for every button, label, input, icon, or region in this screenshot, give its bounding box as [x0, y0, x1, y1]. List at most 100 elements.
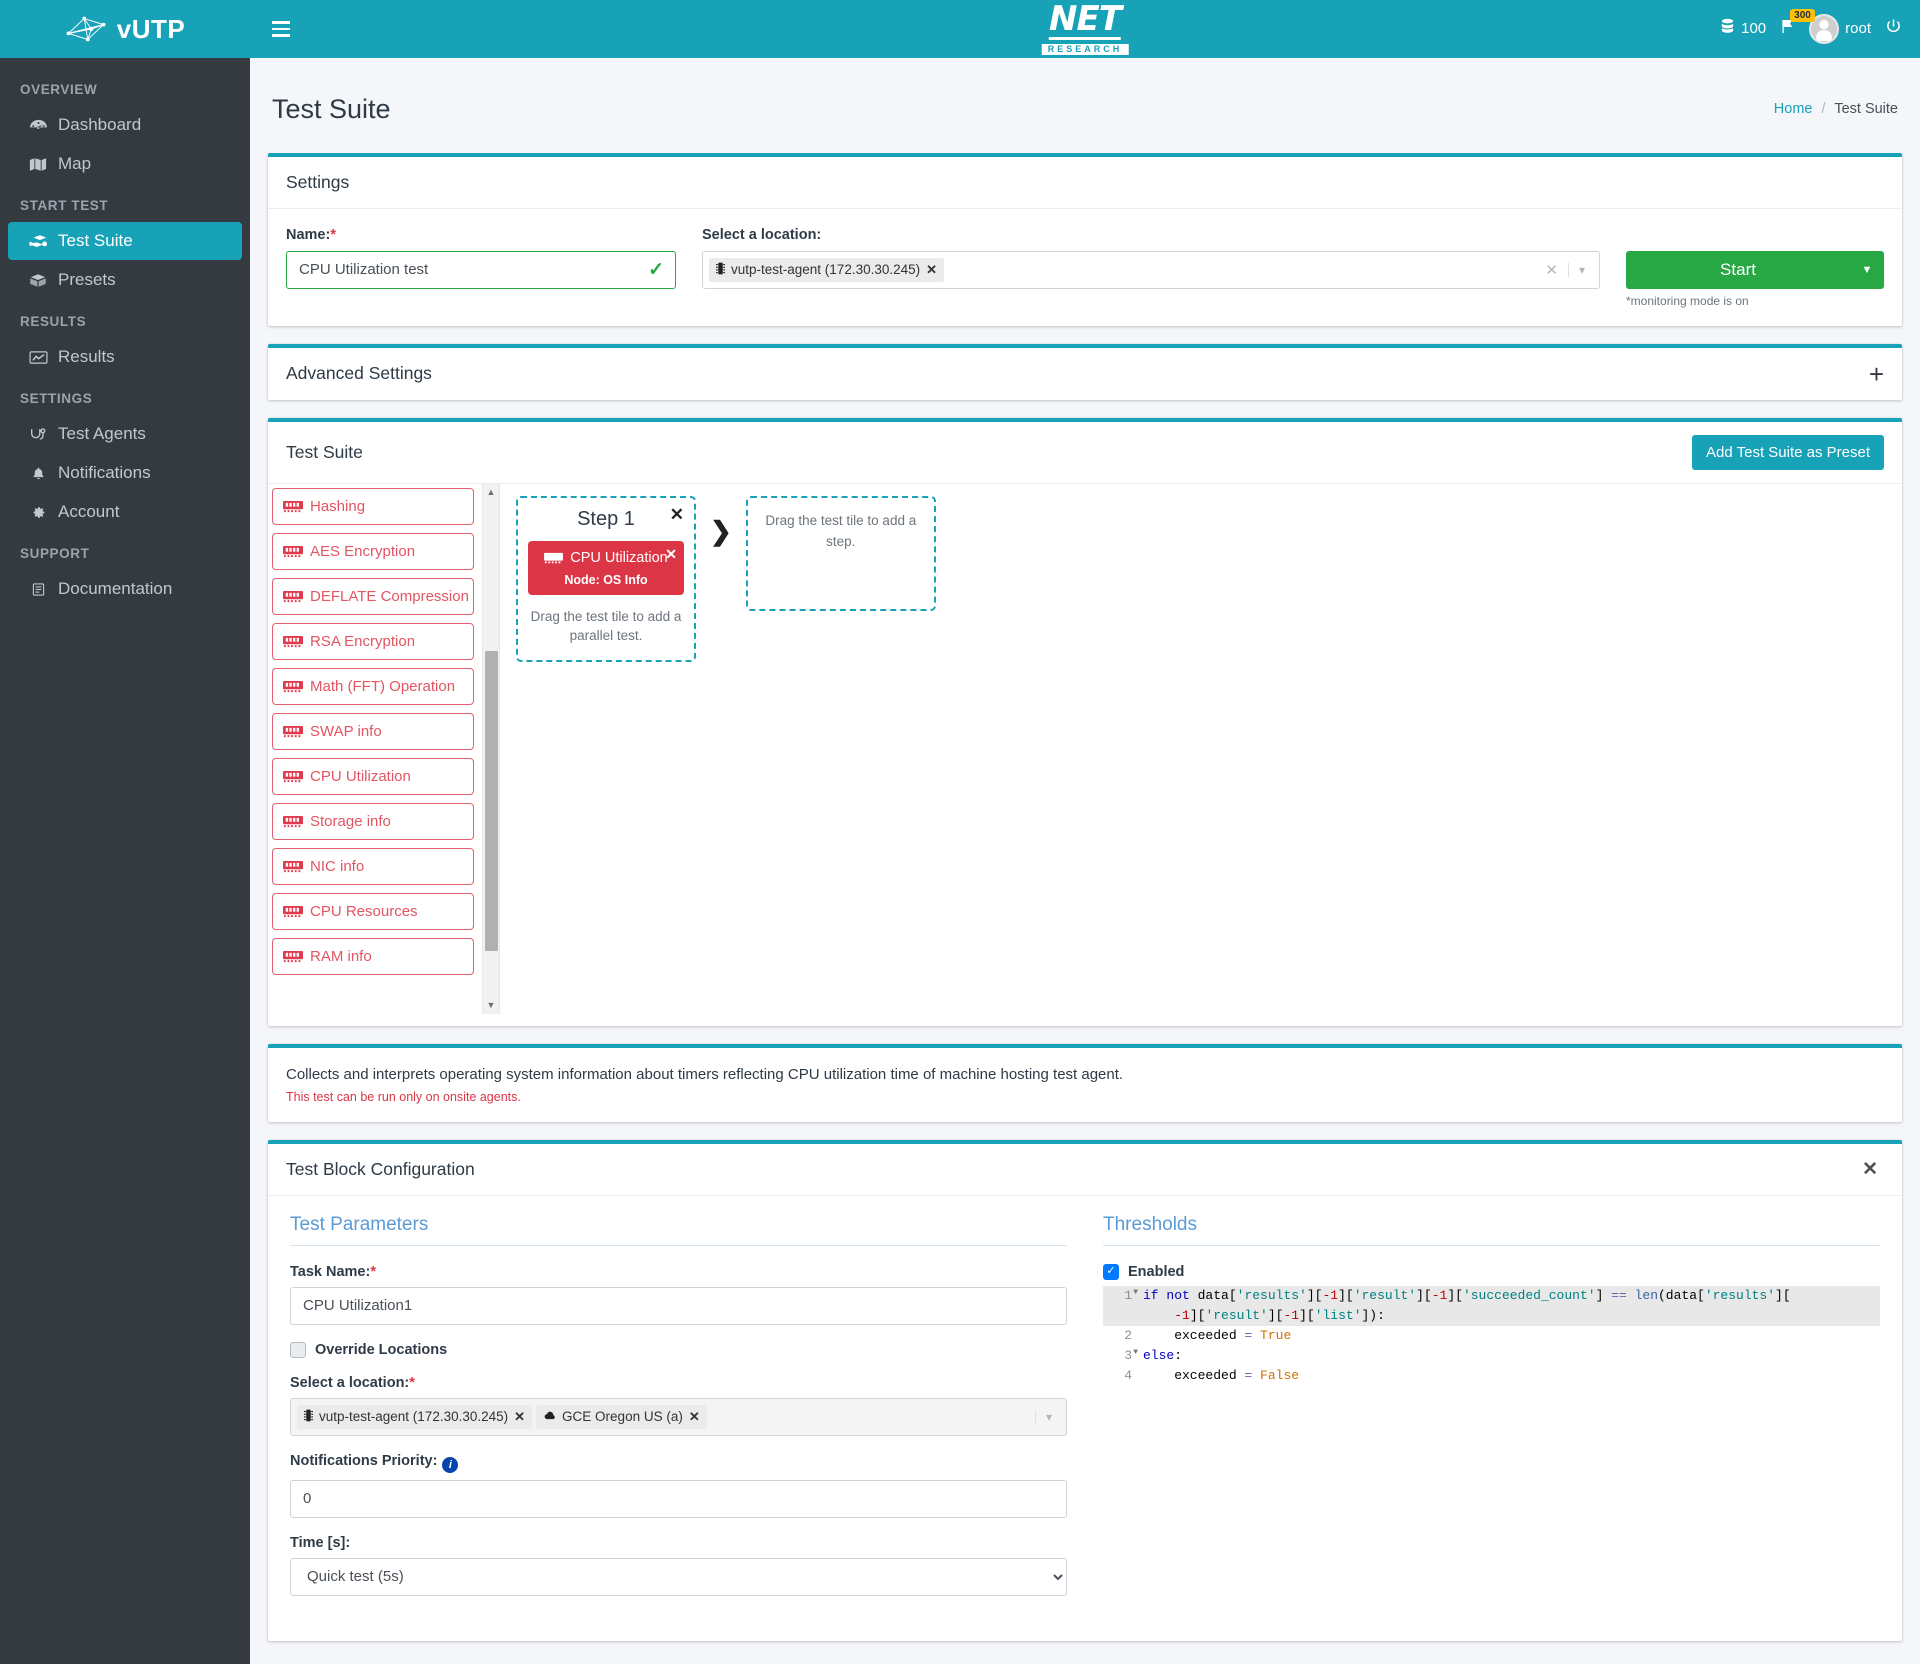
- advanced-settings-title: Advanced Settings: [286, 363, 432, 384]
- settings-card: Settings Name:* ✓: [268, 152, 1902, 326]
- start-dropdown-caret-icon[interactable]: ▼: [1850, 264, 1884, 276]
- test-tile-aes-encryption[interactable]: AES Encryption: [272, 532, 474, 570]
- thresholds-enabled-checkbox[interactable]: ✓: [1103, 1263, 1119, 1280]
- scrollbar-thumb[interactable]: [485, 650, 498, 951]
- code-line-number: 4: [1103, 1366, 1137, 1387]
- advanced-settings-header[interactable]: Advanced Settings +: [268, 348, 1902, 400]
- sidebar-section-start-test: START TEST: [20, 198, 109, 213]
- code-line[interactable]: 2 exceeded = True: [1103, 1325, 1880, 1347]
- ram-icon: [283, 815, 303, 828]
- task-name-field: Task Name:*: [290, 1264, 1067, 1325]
- test-block-cpu-utilization[interactable]: ✕ CPU Utilization Node: OS Info: [528, 540, 684, 595]
- test-tile-nic-info[interactable]: NIC info: [272, 847, 474, 885]
- code-line[interactable]: 4 exceeded = False: [1103, 1366, 1880, 1387]
- thresholds-code-editor[interactable]: 1 ▼ if not data['results'][-1]['result'][…: [1103, 1285, 1880, 1387]
- start-field-group: Start ▼ *monitoring mode is on: [1626, 227, 1884, 308]
- thresholds-enabled-row[interactable]: ✓ Enabled: [1103, 1263, 1880, 1280]
- test-tile-deflate-compression[interactable]: DEFLATE Compression: [272, 577, 474, 615]
- code-fold-icon[interactable]: ▼: [1133, 1287, 1138, 1299]
- credits-indicator[interactable]: 100: [1720, 18, 1766, 39]
- hamburger-icon[interactable]: [268, 17, 294, 41]
- name-input[interactable]: [286, 250, 676, 289]
- test-tile-palette: Hashing AES Encryption DEFLATE Compressi…: [268, 483, 500, 1014]
- chevron-down-icon[interactable]: ▾: [1567, 262, 1595, 277]
- test-tile-storage-info[interactable]: Storage info: [272, 802, 474, 840]
- location-chip-remove-icon[interactable]: ✕: [926, 262, 937, 278]
- code-line[interactable]: 1 ▼ if not data['results'][-1]['result'][…: [1103, 1285, 1880, 1326]
- info-icon[interactable]: i: [442, 1456, 459, 1473]
- sidebar-item-label: Presets: [58, 270, 116, 289]
- code-fold-icon[interactable]: ▼: [1133, 1347, 1138, 1359]
- test-tile-label: CPU Resources: [310, 902, 418, 920]
- config-close-icon[interactable]: ✕: [1856, 1158, 1884, 1181]
- notifications-priority-input[interactable]: [290, 1479, 1067, 1518]
- config-card-body: Test Parameters Task Name:* Override Loc…: [268, 1196, 1902, 1641]
- add-test-suite-as-preset-button[interactable]: Add Test Suite as Preset: [1692, 434, 1884, 470]
- location-chip[interactable]: vutp-test-agent (172.30.30.245) ✕: [709, 257, 945, 282]
- brand-logo-area[interactable]: vUTP: [0, 0, 250, 58]
- scrollbar-track[interactable]: [483, 501, 499, 997]
- chevron-down-icon[interactable]: ▾: [1034, 1409, 1062, 1424]
- config-location-chip-remove-icon[interactable]: ✕: [689, 1409, 700, 1425]
- breadcrumb-separator: /: [1821, 101, 1826, 118]
- logout-button[interactable]: [1885, 18, 1902, 39]
- test-tile-rsa-encryption[interactable]: RSA Encryption: [272, 622, 474, 660]
- sidebar-item-label: Results: [58, 347, 115, 366]
- notifications-priority-label: Notifications Priority: i: [290, 1453, 1067, 1473]
- time-select[interactable]: Quick test (5s): [290, 1557, 1067, 1596]
- sidebar-item-map[interactable]: Map: [8, 145, 242, 183]
- config-location-multiselect[interactable]: vutp-test-agent (172.30.30.245) ✕ GCE Or…: [290, 1397, 1067, 1436]
- config-location-field: Select a location:* vutp-test-agent (172…: [290, 1375, 1067, 1436]
- step-title: Step 1: [577, 507, 635, 530]
- override-locations-checkbox[interactable]: [290, 1341, 306, 1358]
- user-menu[interactable]: root: [1809, 13, 1871, 44]
- task-name-input[interactable]: [290, 1286, 1067, 1325]
- sidebar-item-label: Test Suite: [58, 231, 133, 250]
- config-location-chip[interactable]: GCE Oregon US (a) ✕: [536, 1404, 707, 1429]
- ram-icon: [283, 635, 303, 648]
- sidebar-item-test-suite[interactable]: Test Suite: [8, 222, 242, 260]
- location-multiselect[interactable]: vutp-test-agent (172.30.30.245) ✕ ✕ ▾: [702, 250, 1600, 289]
- step-1-container[interactable]: ✕ Step 1 ✕ CPU Utilization Node: OS Info…: [516, 495, 696, 662]
- test-tile-ram-info[interactable]: RAM info: [272, 937, 474, 975]
- expand-plus-icon[interactable]: +: [1869, 361, 1884, 387]
- sidebar-item-documentation[interactable]: Documentation: [8, 570, 242, 608]
- sidebar-item-dashboard[interactable]: Dashboard: [8, 106, 242, 144]
- test-tile-label: CPU Utilization: [310, 767, 411, 785]
- sidebar-item-account[interactable]: Account: [8, 493, 242, 531]
- logo-main-text: NET: [1049, 0, 1122, 41]
- code-line-number: 1 ▼: [1103, 1285, 1138, 1326]
- thresholds-enabled-label: Enabled: [1128, 1263, 1185, 1280]
- tile-list-scrollbar[interactable]: ▲ ▼: [482, 483, 499, 1014]
- step-close-icon[interactable]: ✕: [670, 506, 684, 523]
- test-tile-swap-info[interactable]: SWAP info: [272, 712, 474, 750]
- scroll-up-icon[interactable]: ▲: [487, 484, 496, 501]
- config-location-chip-remove-icon[interactable]: ✕: [514, 1409, 525, 1425]
- code-line[interactable]: 3 ▼ else:: [1103, 1346, 1880, 1367]
- time-label: Time [s]:: [290, 1534, 351, 1551]
- test-tile-label: NIC info: [310, 857, 365, 875]
- sidebar-item-presets[interactable]: Presets: [8, 261, 242, 299]
- sidebar-item-test-agents[interactable]: Test Agents: [8, 415, 242, 453]
- sidebar-item-results[interactable]: Results: [8, 338, 242, 376]
- start-button[interactable]: Start ▼: [1626, 250, 1884, 289]
- flag-indicator[interactable]: 300: [1780, 9, 1815, 39]
- network-logo-icon: [65, 14, 107, 44]
- test-tile-cpu-utilization[interactable]: CPU Utilization: [272, 757, 474, 795]
- start-spacer-label: [1626, 227, 1884, 243]
- override-locations-row[interactable]: Override Locations: [290, 1341, 1067, 1358]
- test-block-close-icon[interactable]: ✕: [665, 546, 677, 563]
- clear-selection-icon[interactable]: ✕: [1535, 261, 1568, 279]
- test-tile-math-fft-operation[interactable]: Math (FFT) Operation: [272, 667, 474, 705]
- config-location-chip-label: GCE Oregon US (a): [562, 1409, 683, 1425]
- test-tile-hashing[interactable]: Hashing: [272, 487, 474, 525]
- test-tile-cpu-resources[interactable]: CPU Resources: [272, 892, 474, 930]
- test-suite-card: Test Suite Add Test Suite as Preset Hash…: [268, 417, 1902, 1026]
- breadcrumb-home-link[interactable]: Home: [1774, 101, 1813, 117]
- scroll-down-icon[interactable]: ▼: [487, 997, 496, 1014]
- notifications-priority-field: Notifications Priority: i: [290, 1453, 1067, 1518]
- next-step-dropzone[interactable]: Drag the test tile to add a step.: [745, 495, 936, 611]
- config-location-chip[interactable]: vutp-test-agent (172.30.30.245) ✕: [297, 1404, 533, 1429]
- agents-icon: [28, 425, 48, 443]
- sidebar-item-notifications[interactable]: Notifications: [8, 454, 242, 492]
